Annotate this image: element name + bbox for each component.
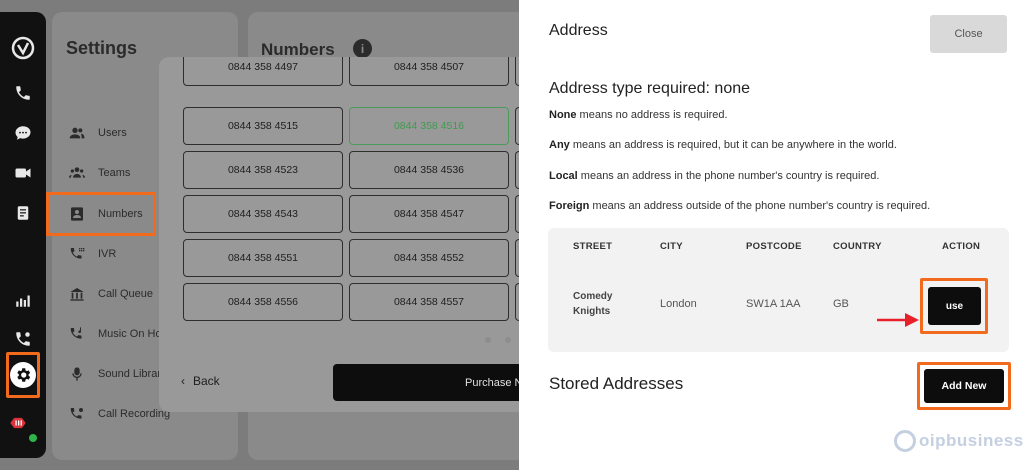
- term: Any: [549, 139, 570, 151]
- add-new-highlight: Add New: [917, 362, 1011, 410]
- number-option[interactable]: 0844 358 4536: [349, 151, 509, 189]
- video-icon[interactable]: [13, 163, 33, 183]
- term: Foreign: [549, 200, 590, 212]
- back-label: Back: [193, 374, 220, 388]
- pager-dot[interactable]: [505, 337, 511, 343]
- city-cell: London: [660, 298, 697, 310]
- number-picker-modal: 0844 358 4497 0844 358 4507 0844 358 451…: [159, 57, 539, 412]
- numbers-icon: [69, 206, 85, 222]
- number-option[interactable]: 0844 358 4551: [183, 239, 343, 277]
- use-address-button[interactable]: use: [928, 287, 981, 325]
- gear-icon[interactable]: [10, 362, 36, 388]
- sidebar-item-label: Music On Ho: [98, 328, 162, 340]
- address-table: STREET CITY POSTCODE COUNTRY ACTION Come…: [548, 228, 1009, 352]
- chat-icon[interactable]: [13, 123, 33, 143]
- term: None: [549, 109, 577, 121]
- street-line: Knights: [573, 306, 611, 317]
- music-on-hold-icon: [69, 326, 85, 342]
- column-header: COUNTRY: [833, 241, 882, 252]
- sidebar-item-numbers[interactable]: Numbers: [46, 192, 156, 236]
- settings-title: Settings: [66, 38, 138, 58]
- sound-library-icon: [69, 366, 85, 382]
- column-header: ACTION: [942, 241, 981, 252]
- term-text: means an address is required, but it can…: [569, 139, 897, 151]
- call-recording-icon: [69, 406, 85, 422]
- pager-dot[interactable]: [485, 337, 491, 343]
- description-none: None means no address is required.: [549, 109, 728, 121]
- number-option[interactable]: 0844 358 4507: [349, 57, 509, 86]
- number-option[interactable]: 0844 358 4556: [183, 283, 343, 321]
- country-cell: GB: [833, 298, 849, 310]
- phone-icon[interactable]: [13, 83, 33, 103]
- number-option[interactable]: 0844 358 4515: [183, 107, 343, 145]
- number-option-selected[interactable]: 0844 358 4516: [349, 107, 509, 145]
- back-button[interactable]: ‹ Back: [181, 374, 220, 388]
- number-option[interactable]: 0844 358 4543: [183, 195, 343, 233]
- number-option[interactable]: 0844 358 4552: [349, 239, 509, 277]
- street-line: Comedy: [573, 291, 613, 302]
- term: Local: [549, 170, 578, 182]
- notes-icon[interactable]: [13, 203, 33, 223]
- street-cell: Comedy Knights: [573, 289, 612, 319]
- number-option[interactable]: 0844 358 4497: [183, 57, 343, 86]
- description-local: Local means an address in the phone numb…: [549, 170, 879, 182]
- use-button-highlight: use: [920, 278, 988, 334]
- number-option[interactable]: 0844 358 4523: [183, 151, 343, 189]
- drawer-title: Address: [549, 22, 608, 39]
- column-header: CITY: [660, 241, 683, 252]
- term-text: means an address in the phone number's c…: [577, 170, 880, 182]
- postcode-cell: SW1A 1AA: [746, 298, 801, 310]
- info-icon[interactable]: i: [353, 39, 372, 58]
- purchase-button[interactable]: Purchase N: [333, 364, 539, 401]
- online-status-icon: [27, 432, 39, 444]
- teams-icon: [69, 165, 85, 181]
- call-queue-icon: [69, 286, 85, 302]
- watermark: oipbusiness: [894, 430, 1024, 452]
- watermark-logo-icon: [894, 430, 916, 452]
- address-drawer: Address Close Address type required: non…: [519, 0, 1024, 470]
- users-icon: [69, 125, 85, 141]
- number-option[interactable]: 0844 358 4547: [349, 195, 509, 233]
- call-settings-icon[interactable]: [13, 329, 33, 349]
- sidebar-item-label: IVR: [98, 248, 117, 260]
- sidebar-item-label: Call Queue: [98, 288, 154, 300]
- analytics-icon[interactable]: [13, 290, 33, 310]
- number-option[interactable]: 0844 358 4557: [349, 283, 509, 321]
- address-type-heading: Address type required: none: [549, 80, 751, 97]
- sidebar-item-label: Teams: [98, 167, 131, 179]
- avatar[interactable]: [9, 414, 39, 444]
- chevron-left-icon: ‹: [181, 374, 185, 388]
- pointer-arrow-icon: [877, 313, 919, 327]
- settings-nav-highlight[interactable]: [6, 352, 40, 398]
- column-header: POSTCODE: [746, 241, 802, 252]
- sidebar-item-label: Users: [98, 127, 127, 139]
- column-header: STREET: [573, 241, 613, 252]
- add-new-button[interactable]: Add New: [924, 369, 1004, 403]
- app-rail: [0, 12, 46, 458]
- stored-addresses-heading: Stored Addresses: [549, 374, 684, 393]
- logo-icon[interactable]: [11, 36, 35, 60]
- term-text: means an address outside of the phone nu…: [589, 200, 931, 212]
- watermark-text: oipbusiness: [919, 431, 1024, 450]
- ivr-icon: [69, 246, 85, 262]
- sidebar-item-label: Numbers: [98, 208, 143, 220]
- description-foreign: Foreign means an address outside of the …: [549, 200, 930, 212]
- sidebar-item-label: Sound Librar: [98, 368, 161, 380]
- sidebar-item-label: Call Recording: [98, 408, 171, 420]
- term-text: means no address is required.: [576, 109, 728, 121]
- description-any: Any means an address is required, but it…: [549, 139, 897, 151]
- close-button[interactable]: Close: [930, 15, 1007, 53]
